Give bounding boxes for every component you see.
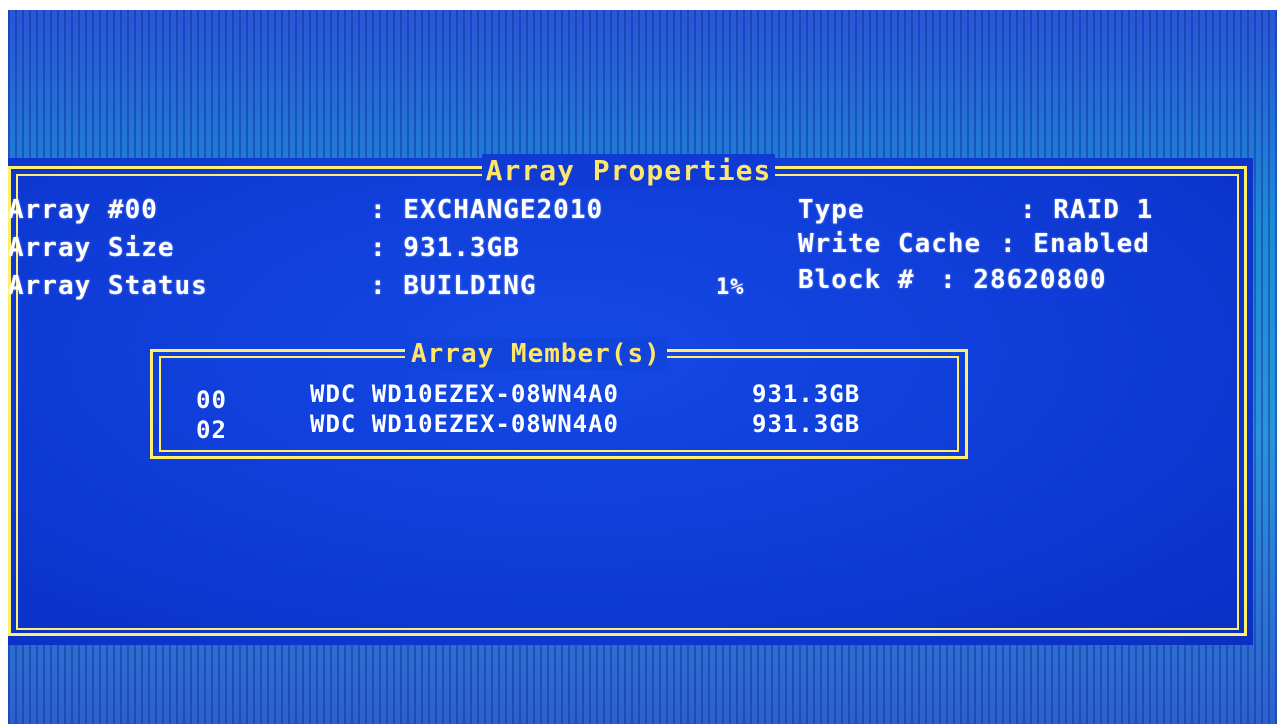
write-cache-value: : Enabled [1000,229,1150,259]
member-id: 00 [196,386,227,414]
array-status-label: Array Status [8,271,208,301]
array-members-title: Array Member(s) [405,338,667,370]
member-size: 931.3GB [752,410,861,438]
write-cache-label: Write Cache [798,229,982,259]
array-number-label: Array #00 [8,195,158,225]
array-size-value: : 931.3GB [370,233,520,263]
member-model: WDC WD10EZEX-08WN4A0 [310,410,619,438]
build-progress: 1% [716,275,745,300]
type-label: Type [798,195,865,225]
type-value: : RAID 1 [1020,195,1154,225]
member-id: 02 [196,416,227,444]
array-size-label: Array Size [8,233,175,263]
block-label: Block # [798,265,915,295]
member-size: 931.3GB [752,380,861,408]
block-value: : 28620800 [940,265,1107,295]
array-name-value: : EXCHANGE2010 [370,195,604,225]
array-status-value: : BUILDING [370,271,537,301]
member-model: WDC WD10EZEX-08WN4A0 [310,380,619,408]
